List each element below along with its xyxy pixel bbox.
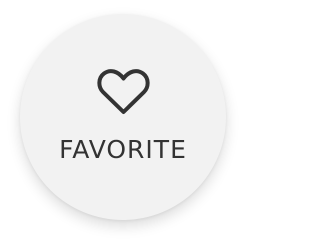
favorite-button[interactable]: FAVORITE — [20, 14, 226, 220]
heart-icon — [96, 67, 151, 117]
canvas: FAVORITE — [0, 0, 249, 249]
favorite-label: FAVORITE — [59, 135, 187, 164]
